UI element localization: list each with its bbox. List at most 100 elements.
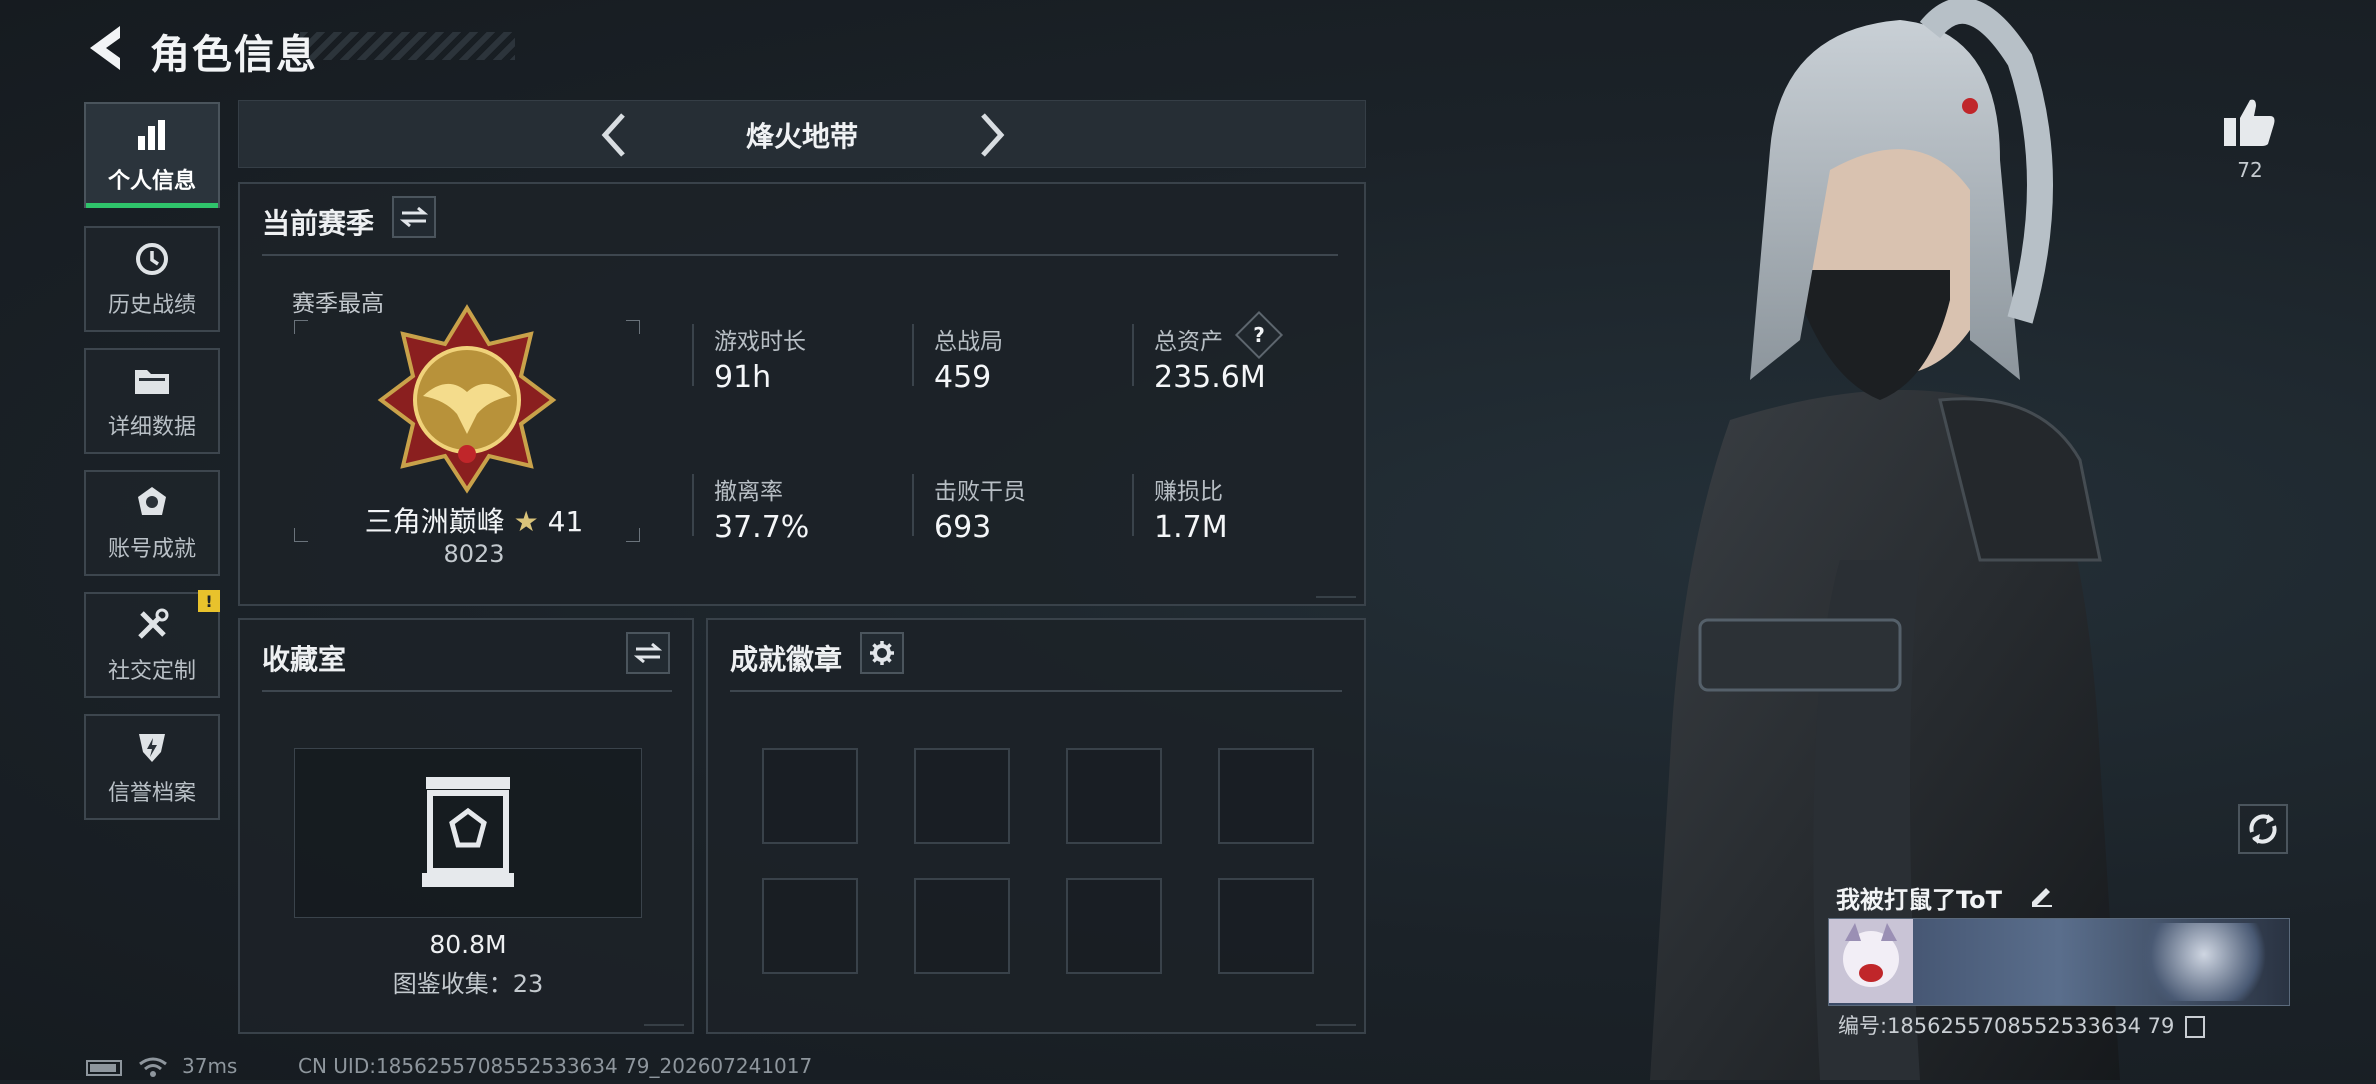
rank-emblem-icon: [377, 304, 557, 494]
collection-catalog: 图鉴收集：23: [392, 970, 544, 998]
stat-divider: [692, 324, 694, 386]
gear-icon: [870, 641, 894, 665]
nav-item-label: 社交定制: [107, 659, 196, 684]
collection-showcase[interactable]: [294, 748, 642, 918]
nav-item-detailed-data[interactable]: 详细数据: [84, 348, 220, 454]
player-id-text: 编号:1856255708552533634 79: [1838, 1014, 2175, 1038]
season-panel: 当前赛季 赛季最高 三角洲巅峰 ★ 41 8023 游戏时长 91h 总战局 4…: [238, 182, 1366, 606]
nav-item-reputation[interactable]: 信誉档案: [84, 714, 220, 820]
stat-label: 击败干员: [934, 479, 1026, 505]
nav-item-label: 详细数据: [107, 415, 196, 440]
player-name-text: 我被打鼠了ToT: [1836, 886, 2003, 914]
stat-label: 赚损比: [1154, 479, 1223, 505]
back-button[interactable]: [80, 20, 132, 76]
swap-icon: [634, 642, 662, 664]
stat-value: 1.7M: [1154, 510, 1228, 545]
help-button[interactable]: [1234, 310, 1284, 360]
like-count: 72: [2237, 158, 2263, 182]
badge-slot[interactable]: [1066, 748, 1162, 844]
nav-item-achievements[interactable]: 账号成就: [84, 470, 220, 576]
rank-score: 8023: [443, 540, 505, 568]
swap-icon: [400, 206, 428, 228]
nav-item-label: 账号成就: [107, 537, 196, 562]
card-art: [2129, 923, 2279, 1001]
pencil-icon: [2032, 888, 2052, 907]
edit-name-button[interactable]: [2028, 880, 2058, 910]
corner-decoration: [1316, 586, 1356, 598]
chevron-right-icon: [981, 113, 1005, 157]
badges-title: 成就徽章: [730, 643, 843, 676]
history-clock-icon: [132, 239, 172, 279]
player-name: 我被打鼠了ToT: [1836, 880, 2052, 915]
mode-next-button[interactable]: [965, 109, 1015, 161]
notification-badge: !: [198, 590, 220, 612]
star-icon: ★: [513, 505, 539, 538]
season-title: 当前赛季: [262, 207, 375, 240]
avatar: [1829, 919, 1913, 1003]
badge-slot[interactable]: [1218, 748, 1314, 844]
nav-item-label: 历史战绩: [107, 293, 196, 318]
divider: [262, 690, 672, 692]
collection-value: 80.8M: [429, 930, 507, 959]
season-switch-button[interactable]: [392, 196, 436, 238]
divider: [262, 254, 1338, 256]
rank-stars: 41: [547, 505, 584, 538]
badges-settings-button[interactable]: [860, 632, 904, 674]
stat-value: 91h: [714, 360, 772, 395]
mode-selector: 烽火地带: [238, 100, 1366, 168]
wifi-icon: [138, 1056, 168, 1078]
player-id: 编号:1856255708552533634 79: [1838, 1010, 2206, 1040]
stat-value: 235.6M: [1154, 360, 1266, 395]
player-name-card[interactable]: [1828, 918, 2290, 1006]
stat-divider: [1132, 324, 1134, 386]
bar-chart-icon: [132, 115, 172, 155]
stat-label: 总战局: [934, 329, 1003, 355]
like-button[interactable]: [2220, 94, 2278, 152]
stat-value: 693: [934, 510, 992, 545]
copy-icon[interactable]: [2185, 1016, 2206, 1038]
stat-divider: [912, 474, 914, 536]
rotate-view-button[interactable]: [2238, 804, 2288, 854]
shield-bolt-icon: [132, 727, 172, 767]
badge-slot[interactable]: [1066, 878, 1162, 974]
corner-decoration: [1316, 1014, 1356, 1026]
corner-decoration: [644, 1014, 684, 1026]
rotate-icon: [2249, 814, 2277, 844]
rank-line: 三角洲巅峰 ★ 41: [356, 500, 592, 540]
stat-label: 总资产: [1154, 329, 1223, 355]
achievement-icon: [132, 483, 172, 523]
title-decoration: [300, 32, 515, 60]
divider: [730, 690, 1342, 692]
uid-text: CN UID:1856255708552533634 79_2026072410…: [298, 1054, 813, 1078]
badge-slot[interactable]: [1218, 878, 1314, 974]
stat-divider: [1132, 474, 1134, 536]
badge-slot[interactable]: [914, 748, 1010, 844]
folder-icon: [132, 361, 172, 401]
badge-slot[interactable]: [762, 748, 858, 844]
stat-divider: [912, 324, 914, 386]
badge-slot[interactable]: [914, 878, 1010, 974]
display-case-icon: [422, 777, 514, 887]
season-best-label: 赛季最高: [292, 291, 384, 317]
ping-value: 37ms: [182, 1054, 238, 1078]
stat-divider: [692, 474, 694, 536]
nav-item-label: 个人信息: [107, 169, 196, 194]
stat-label: 撤离率: [714, 479, 783, 505]
stat-value: 459: [934, 360, 992, 395]
badge-slot[interactable]: [762, 878, 858, 974]
tools-icon: [132, 605, 172, 645]
back-arrow-icon: [90, 26, 120, 70]
nav-item-social-custom[interactable]: 社交定制 !: [84, 590, 220, 698]
thumbs-up-icon: [2224, 99, 2275, 146]
collection-panel: 收藏室 80.8M 图鉴收集：23: [238, 618, 694, 1034]
nav-item-history[interactable]: 历史战绩: [84, 226, 220, 332]
battery-icon: [86, 1060, 122, 1076]
nav-item-label: 信誉档案: [107, 781, 196, 806]
collection-switch-button[interactable]: [626, 632, 670, 674]
stat-label: 游戏时长: [714, 329, 806, 355]
badges-panel: 成就徽章: [706, 618, 1366, 1034]
mode-title: 烽火地带: [745, 120, 858, 153]
nav-item-personal-info[interactable]: 个人信息: [84, 102, 220, 208]
collection-title: 收藏室: [262, 643, 347, 676]
page-title: 角色信息: [150, 32, 318, 78]
